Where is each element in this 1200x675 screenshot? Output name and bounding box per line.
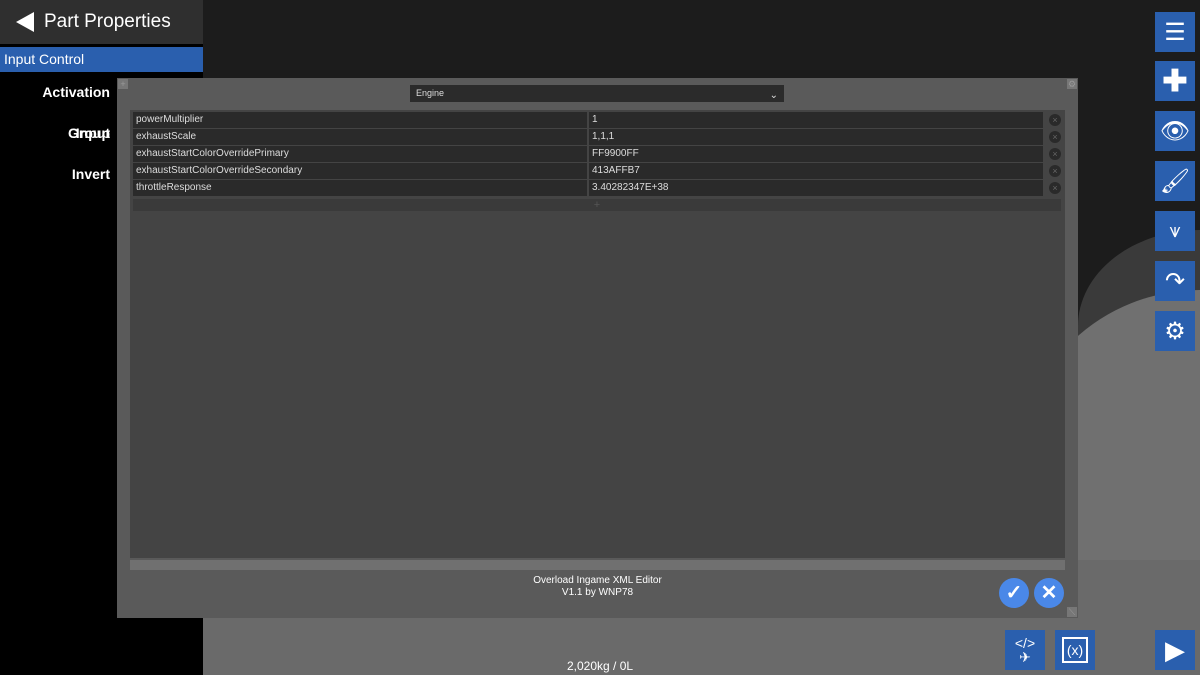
table-row: powerMultiplier 1 × [133, 112, 1061, 128]
editor-name: Overload Ingame XML Editor [533, 575, 662, 586]
attribute-key[interactable]: exhaustScale [133, 129, 587, 145]
back-arrow-icon [16, 12, 34, 32]
table-row: throttleResponse 3.40282347E+38 × [133, 180, 1061, 196]
table-row: exhaustStartColorOverridePrimary FF9900FF… [133, 146, 1061, 162]
table-row: exhaustScale 1,1,1 × [133, 129, 1061, 145]
symmetry-button[interactable]: ⩛ [1155, 211, 1195, 251]
table-row: exhaustStartColorOverrideSecondary 413AFF… [133, 163, 1061, 179]
editor-version: V1.1 by WNP78 [561, 587, 634, 598]
attribute-key[interactable]: powerMultiplier [133, 112, 587, 128]
attribute-value[interactable]: 1 [589, 112, 1043, 128]
delete-row-icon[interactable]: × [1049, 148, 1061, 160]
add-part-button[interactable]: ✚ [1155, 61, 1195, 101]
section-input-control[interactable]: Input Control [0, 47, 203, 72]
add-row-button[interactable]: + [133, 199, 1061, 211]
attribute-value[interactable]: 3.40282347E+38 [589, 180, 1043, 196]
move-handle-icon[interactable]: + [118, 79, 128, 89]
part-type-dropdown[interactable]: Engine ⌄ [410, 85, 784, 102]
xml-code-aircraft-button[interactable]: </> ✈ [1005, 630, 1045, 670]
view-eye-button[interactable]: 👁 [1155, 111, 1195, 151]
attribute-table: powerMultiplier 1 × exhaustScale 1,1,1 × exh… [130, 110, 1065, 558]
attribute-value[interactable]: 413AFFB7 [589, 163, 1043, 179]
mass-readout: 2,020kg / 0L [567, 659, 634, 673]
attribute-value[interactable]: FF9900FF [589, 146, 1043, 162]
confirm-button[interactable]: ✓ [999, 578, 1029, 608]
settings-handle-icon[interactable]: ⚙ [1067, 79, 1077, 89]
paint-brush-button[interactable]: 🖌 [1155, 161, 1195, 201]
cancel-button[interactable]: ✕ [1034, 578, 1064, 608]
dropdown-value: Engine [416, 88, 445, 98]
delete-row-icon[interactable]: × [1049, 131, 1061, 143]
attribute-value[interactable]: 1,1,1 [589, 129, 1043, 145]
menu-button[interactable]: ☰ [1155, 12, 1195, 52]
chevron-down-icon: ⌄ [769, 90, 778, 101]
attribute-key[interactable]: exhaustStartColorOverrideSecondary [133, 163, 587, 179]
xml-editor-window: + ⚙ Engine ⌄ powerMultiplier 1 × exhaustSca… [117, 78, 1078, 618]
horizontal-scrollbar[interactable] [130, 560, 1065, 570]
editor-footer: Overload Ingame XML Editor V1.1 by WNP78 [117, 575, 1078, 599]
play-button[interactable]: ▶ [1155, 630, 1195, 670]
delete-row-icon[interactable]: × [1049, 182, 1061, 194]
settings-gear-button[interactable]: ⚙ [1155, 311, 1195, 351]
delete-row-icon[interactable]: × [1049, 165, 1061, 177]
delete-row-icon[interactable]: × [1049, 114, 1061, 126]
attribute-key[interactable]: throttleResponse [133, 180, 587, 196]
panel-title: Part Properties [44, 11, 171, 32]
variables-button[interactable]: (x) [1055, 630, 1095, 670]
attribute-key[interactable]: exhaustStartColorOverridePrimary [133, 146, 587, 162]
resize-handle-icon[interactable]: ⟍ [1067, 607, 1077, 617]
back-button[interactable]: Part Properties [0, 0, 203, 44]
redo-arrow-button[interactable]: ↷ [1155, 261, 1195, 301]
